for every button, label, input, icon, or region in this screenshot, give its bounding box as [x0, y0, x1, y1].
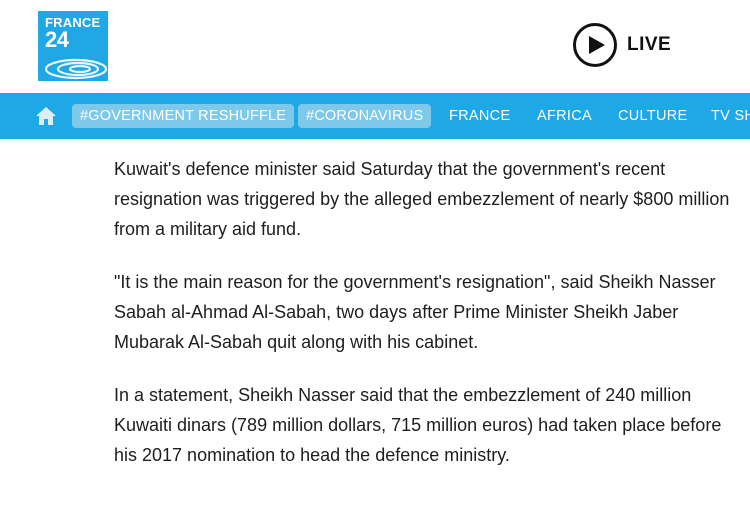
france24-logo[interactable]: FRANCE 24	[38, 11, 108, 81]
nav-tag-government-reshuffle[interactable]: #GOVERNMENT RESHUFFLE	[72, 104, 295, 128]
site-header: FRANCE 24 LIVE	[0, 0, 750, 93]
nav-link-tv-shows[interactable]: TV SH	[711, 104, 750, 128]
nav-link-africa[interactable]: AFRICA	[537, 104, 592, 128]
logo-text-24: 24	[45, 27, 69, 52]
play-circle-icon	[573, 23, 617, 67]
article-paragraph: In a statement, Sheikh Nasser said that …	[114, 385, 722, 465]
article-paragraph: "It is the main reason for the governmen…	[114, 272, 716, 352]
article-body: Kuwait's defence minister said Saturday …	[114, 154, 734, 470]
article-paragraph: Kuwait's defence minister said Saturday …	[114, 159, 730, 239]
nav-tag-coronavirus[interactable]: #CORONAVIRUS	[298, 104, 432, 128]
home-icon[interactable]	[35, 105, 57, 127]
main-nav: #GOVERNMENT RESHUFFLE #CORONAVIRUS FRANC…	[0, 93, 750, 139]
nav-link-culture[interactable]: CULTURE	[618, 104, 688, 128]
live-button[interactable]: LIVE	[573, 21, 671, 69]
live-label: LIVE	[627, 34, 672, 55]
nav-link-france[interactable]: FRANCE	[449, 104, 510, 128]
